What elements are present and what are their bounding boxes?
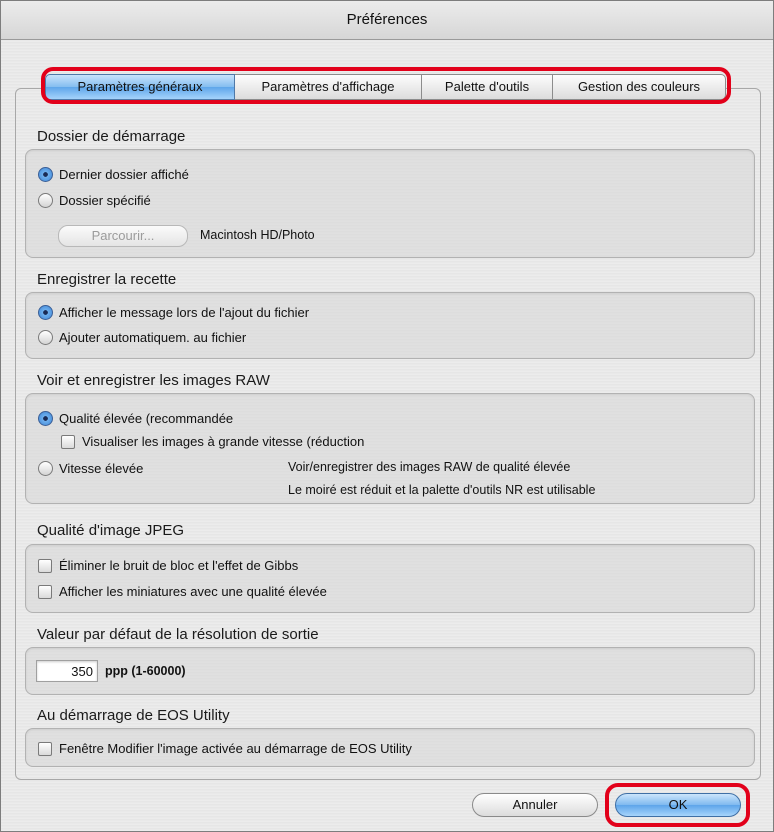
radio-show-message[interactable]: Afficher le message lors de l'ajout du f… [38,305,309,320]
tab-bar: Paramètres généraux Paramètres d'afficha… [45,70,727,102]
preferences-window: Préférences Paramètres généraux Paramètr… [0,0,774,832]
resolution-input[interactable]: 350 [36,660,98,682]
raw-description-line1: Voir/enregistrer des images RAW de quali… [288,460,571,474]
startup-folder-title: Dossier de démarrage [37,128,186,145]
check-fast-preview[interactable]: Visualiser les images à grande vitesse (… [61,434,364,449]
radio-last-folder[interactable]: Dernier dossier affiché [38,167,189,182]
check-fast-preview-label: Visualiser les images à grande vitesse (… [82,434,365,449]
radio-high-speed[interactable]: Vitesse élevée [38,461,143,476]
check-edit-window[interactable]: Fenêtre Modifier l'image activée au déma… [38,741,412,756]
radio-high-speed-label: Vitesse élevée [59,461,144,476]
radio-show-message-label: Afficher le message lors de l'ajout du f… [59,305,310,320]
save-recipe-title: Enregistrer la recette [37,271,177,288]
raw-group: Qualité élevée (recommandée Visualiser l… [25,393,755,504]
check-block-noise-label: Éliminer le bruit de bloc et l'effet de … [59,558,299,573]
tab-color-management[interactable]: Gestion des couleurs [553,74,726,100]
browse-button[interactable]: Parcourir... [58,225,188,247]
resolution-unit: ppp (1-60000) [105,664,186,678]
check-fast-preview-box[interactable] [61,434,75,449]
raw-title: Voir et enregistrer les images RAW [37,372,270,389]
ok-button[interactable]: OK [615,793,741,817]
radio-last-folder-indicator[interactable] [38,167,53,182]
check-edit-window-box[interactable] [38,741,52,756]
raw-description-line2: Le moiré est réduit et la palette d'outi… [288,483,596,497]
window-title: Préférences [1,1,773,40]
radio-auto-add-indicator[interactable] [38,330,53,345]
check-hq-thumbnails-label: Afficher les miniatures avec une qualité… [59,584,327,599]
cancel-button[interactable]: Annuler [472,793,598,817]
check-hq-thumbnails[interactable]: Afficher les miniatures avec une qualité… [38,584,327,599]
radio-specified-folder[interactable]: Dossier spécifié [38,193,151,208]
tab-tool-palette[interactable]: Palette d'outils [422,74,553,100]
radio-auto-add[interactable]: Ajouter automatiquem. au fichier [38,330,246,345]
resolution-title: Valeur par défaut de la résolution de so… [37,626,319,643]
radio-high-speed-indicator[interactable] [38,461,53,476]
radio-auto-add-label: Ajouter automatiquem. au fichier [59,330,247,345]
check-block-noise[interactable]: Éliminer le bruit de bloc et l'effet de … [38,558,298,573]
save-recipe-group: Afficher le message lors de l'ajout du f… [25,292,755,359]
startup-folder-group: Dernier dossier affiché Dossier spécifié… [25,149,755,258]
check-hq-thumbnails-box[interactable] [38,584,52,599]
check-edit-window-label: Fenêtre Modifier l'image activée au déma… [59,741,412,756]
jpeg-group: Éliminer le bruit de bloc et l'effet de … [25,544,755,613]
radio-high-quality-indicator[interactable] [38,411,53,426]
eos-title: Au démarrage de EOS Utility [37,707,230,724]
jpeg-title: Qualité d'image JPEG [37,522,185,539]
eos-group: Fenêtre Modifier l'image activée au déma… [25,728,755,767]
tab-general-settings[interactable]: Paramètres généraux [45,74,235,100]
tab-display-settings[interactable]: Paramètres d'affichage [235,74,422,100]
radio-high-quality-label: Qualité élevée (recommandée [59,411,234,426]
startup-path: Macintosh HD/Photo [200,228,315,242]
radio-show-message-indicator[interactable] [38,305,53,320]
radio-high-quality[interactable]: Qualité élevée (recommandée [38,411,233,426]
radio-last-folder-label: Dernier dossier affiché [59,167,189,182]
radio-specified-folder-label: Dossier spécifié [59,193,151,208]
radio-specified-folder-indicator[interactable] [38,193,53,208]
resolution-group: 350 ppp (1-60000) [25,647,755,695]
check-block-noise-box[interactable] [38,558,52,573]
